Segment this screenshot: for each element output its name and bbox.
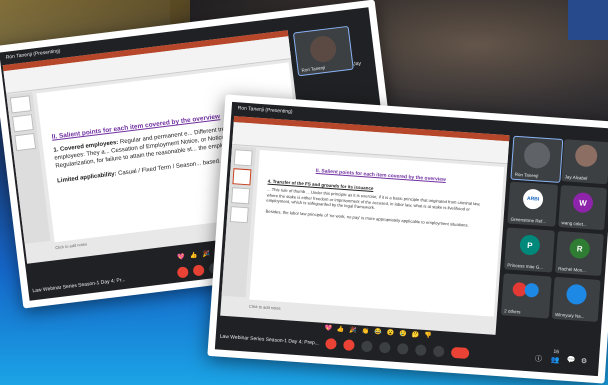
back-meeting-name: Law Webinar Series Season-1 Day 4: Pr... — [32, 276, 126, 295]
front-thumb[interactable] — [232, 168, 252, 186]
front-meeting-name: Law Webinar Series Season-1 Day 4: Prep.… — [219, 333, 320, 347]
party-icon[interactable]: 🎉 — [202, 250, 210, 258]
participant-video — [523, 141, 552, 170]
front-title: Ron Tanenji (Presenting) — [237, 105, 293, 116]
thumbs-down-icon[interactable]: 👎 — [424, 332, 432, 340]
front-notes[interactable]: Click to add notes — [249, 304, 281, 311]
front-slide: II. Salient points for each item covered… — [249, 149, 505, 317]
front-thumb[interactable] — [231, 187, 251, 205]
thumbs-up-icon[interactable]: 👍 — [337, 326, 345, 334]
participant-tile-5[interactable]: R Rachel Mon... — [554, 230, 604, 277]
participant-tile-7[interactable]: Winnyury Na... — [551, 276, 601, 322]
participant-avatar — [565, 283, 588, 306]
party-icon[interactable]: 🎉 — [349, 327, 357, 335]
back-tile-name: Ron Tanenji — [301, 65, 326, 73]
back-side-label: Jay — [352, 60, 362, 68]
emoji-button[interactable] — [378, 341, 391, 354]
back-camera-button[interactable] — [192, 264, 205, 277]
front-powerpoint: II. Salient points for each item covered… — [220, 116, 510, 335]
people-icon[interactable]: 👥 — [551, 356, 560, 365]
activities-icon[interactable]: ⚙ — [581, 357, 588, 365]
participant-name: 2 others — [504, 308, 521, 315]
surprised-icon[interactable]: 😮 — [387, 329, 395, 337]
sad-icon[interactable]: 😢 — [399, 330, 407, 338]
raise-hand-button[interactable] — [414, 344, 427, 357]
participant-video — [574, 144, 598, 168]
heart-icon[interactable]: 💖 — [324, 325, 332, 333]
heart-icon[interactable]: 💖 — [177, 254, 185, 262]
mic-off-button[interactable] — [325, 338, 337, 350]
people-count-badge[interactable]: 16 — [553, 349, 559, 355]
back-thumb[interactable] — [12, 114, 34, 133]
present-button[interactable] — [396, 343, 409, 355]
participant-avatar: P — [519, 234, 541, 256]
back-thumb[interactable] — [9, 95, 32, 114]
participant-name: Greenstone Ref... — [510, 216, 547, 225]
participant-name: Winnyury Na... — [554, 311, 585, 320]
participant-tile-1[interactable]: Jay Alcabel — [561, 139, 608, 185]
back-limited-label: Limited applicability: — [56, 171, 117, 185]
back-limited-text: Casual / Fixed Term / Season... based. — [117, 158, 222, 178]
back-mic-button[interactable] — [176, 266, 189, 279]
front-screenshot-card: Ron Tanenji (Presenting) II. Salient poi… — [207, 94, 608, 384]
participant-name: Jay Alcabel — [564, 174, 588, 181]
leave-call-button[interactable] — [450, 346, 470, 360]
participant-tile-6[interactable]: 2 others — [500, 273, 552, 319]
participant-name: Rachel Mon... — [558, 266, 587, 273]
info-icon[interactable]: ⓘ — [535, 354, 543, 364]
thumbs-up-icon[interactable]: 👍 — [189, 252, 198, 260]
back-thumb[interactable] — [14, 132, 37, 152]
back-notes[interactable]: Click to add notes — [55, 241, 87, 250]
back-presenter-video — [308, 34, 338, 64]
chat-icon[interactable]: 💬 — [567, 356, 576, 365]
participant-name: Princess mae G... — [507, 262, 544, 270]
front-thumb[interactable] — [229, 206, 249, 224]
participant-avatar: R — [569, 237, 591, 260]
thinking-icon[interactable]: 🤔 — [411, 331, 419, 339]
laugh-icon[interactable]: 😂 — [374, 328, 382, 336]
participant-tile-3[interactable]: W wang colet... — [558, 185, 608, 231]
participant-name: wang colet... — [561, 220, 587, 227]
participant-tile-2[interactable]: ARBI Greenstone Ref... — [507, 181, 559, 227]
back-presenter-tile[interactable]: Ron Tanenji — [292, 25, 354, 77]
background-corner — [568, 0, 608, 40]
participant-tile-0[interactable]: Ron Tanenji — [510, 135, 564, 183]
camera-off-button[interactable] — [343, 339, 355, 352]
participant-avatar: W — [572, 191, 594, 214]
front-meet-window: Ron Tanenji (Presenting) II. Salient poi… — [214, 101, 608, 377]
captions-button[interactable] — [361, 340, 373, 353]
clap-icon[interactable]: 👏 — [362, 328, 370, 336]
more-options-button[interactable] — [432, 345, 445, 358]
participant-tile-4[interactable]: P Princess mae G... — [504, 227, 555, 273]
participant-name: Ron Tanenji — [514, 171, 539, 179]
others-avatar-blue — [524, 282, 540, 298]
front-thumb[interactable] — [233, 149, 253, 167]
participant-avatar: ARBI — [522, 188, 544, 210]
